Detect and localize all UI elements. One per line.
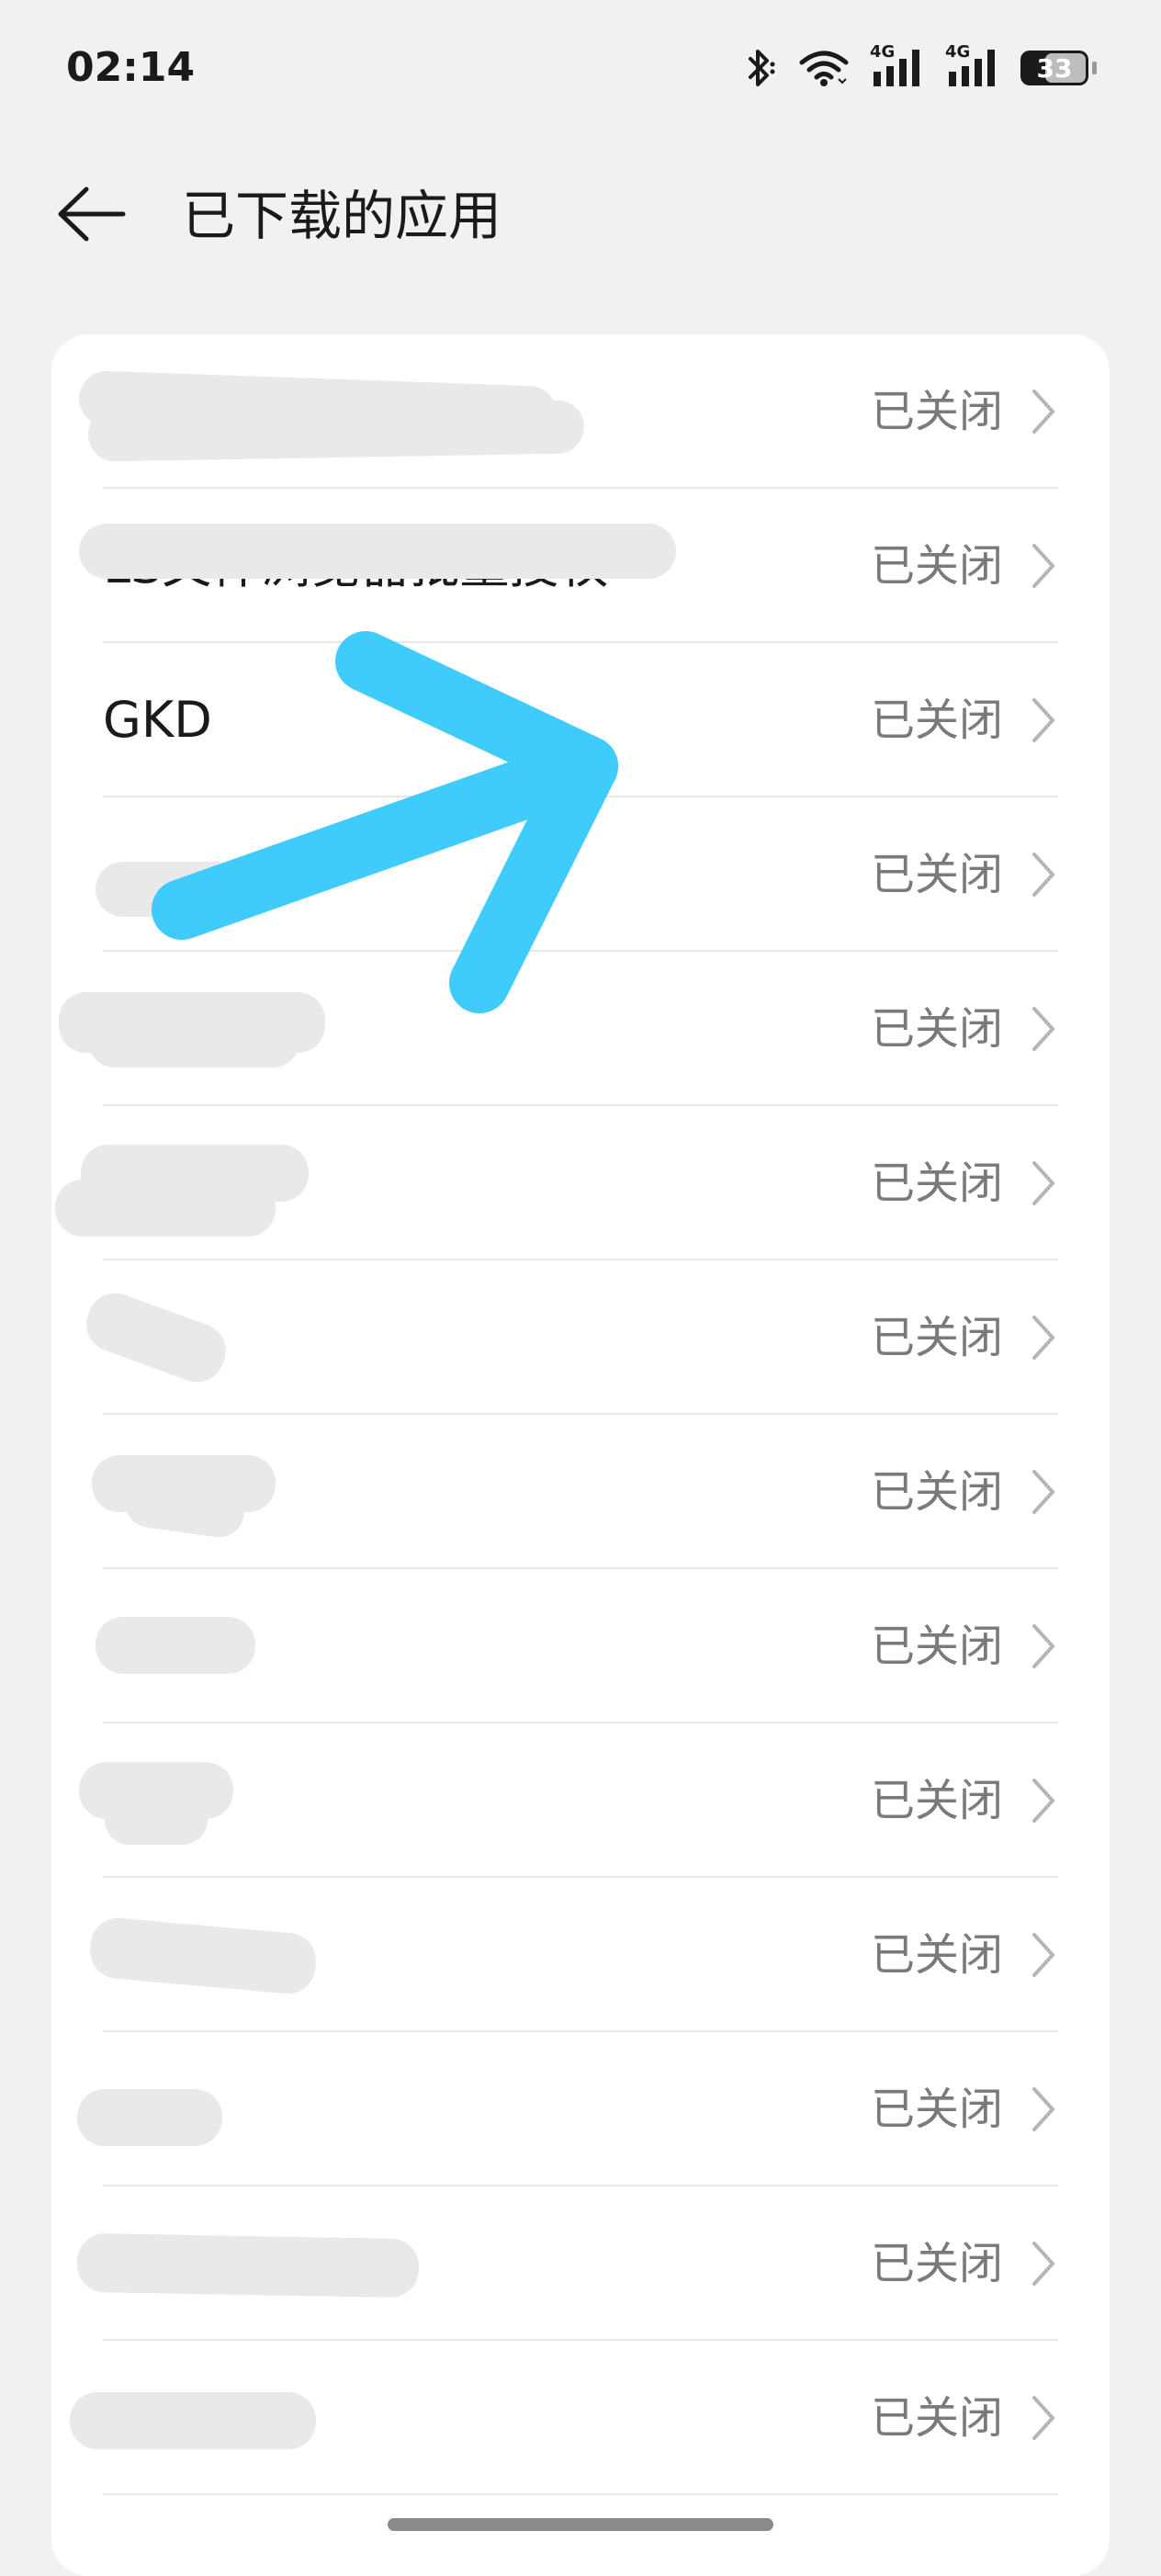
app-name: GKD bbox=[103, 691, 212, 749]
bluetooth-icon bbox=[741, 48, 778, 88]
app-status: 已关闭 bbox=[870, 1466, 1003, 1518]
divider bbox=[103, 2493, 1058, 2495]
app-status: 已关闭 bbox=[870, 2392, 1003, 2444]
back-arrow-icon bbox=[55, 182, 129, 250]
chevron-right-icon bbox=[1032, 698, 1054, 742]
redaction-blur bbox=[96, 862, 242, 917]
chevron-right-icon bbox=[1032, 1470, 1054, 1514]
cellular-signal-icon-2: 4G bbox=[945, 42, 1000, 90]
app-status: 已关闭 bbox=[870, 2084, 1003, 2135]
chevron-right-icon bbox=[1032, 1316, 1054, 1360]
list-item-app-gkd[interactable]: GKD 已关闭 bbox=[51, 643, 1110, 797]
chevron-right-icon bbox=[1032, 390, 1054, 434]
app-status: 已关闭 bbox=[870, 1621, 1003, 1672]
chevron-right-icon bbox=[1032, 1779, 1054, 1823]
wifi-icon bbox=[798, 48, 850, 88]
home-indicator[interactable] bbox=[388, 2518, 773, 2531]
chevron-right-icon bbox=[1032, 1007, 1054, 1051]
app-status: 已关闭 bbox=[870, 1929, 1003, 1981]
redaction-blur bbox=[79, 524, 676, 579]
cellular-signal-icon: 4G bbox=[870, 42, 925, 90]
app-status: 已关闭 bbox=[870, 1312, 1003, 1363]
app-status: 已关闭 bbox=[870, 695, 1003, 746]
app-list: 已关闭 LS文件浏览器批量授权 已关闭 GKD 已关闭 已关闭 已关闭 已关闭 … bbox=[51, 334, 1110, 2576]
app-status: 已关闭 bbox=[870, 849, 1003, 900]
status-bar: 02:14 4G 4G 33 bbox=[0, 0, 1161, 138]
chevron-right-icon bbox=[1032, 2396, 1054, 2440]
app-status: 已关闭 bbox=[870, 1003, 1003, 1055]
redaction-blur bbox=[105, 1795, 208, 1845]
chevron-right-icon bbox=[1032, 1933, 1054, 1977]
redaction-blur bbox=[87, 400, 585, 462]
app-status: 已关闭 bbox=[870, 2238, 1003, 2289]
back-button[interactable] bbox=[46, 176, 138, 255]
chevron-right-icon bbox=[1032, 2242, 1054, 2286]
page-title: 已下载的应用 bbox=[182, 185, 502, 247]
battery-icon: 33 bbox=[1020, 51, 1088, 85]
chevron-right-icon bbox=[1032, 2087, 1054, 2131]
app-status: 已关闭 bbox=[870, 386, 1003, 437]
redaction-blur bbox=[96, 1617, 255, 1674]
redaction-blur bbox=[55, 1180, 276, 1237]
chevron-right-icon bbox=[1032, 1161, 1054, 1205]
redaction-blur bbox=[77, 2089, 222, 2146]
chevron-right-icon bbox=[1032, 544, 1054, 588]
page-header: 已下载的应用 bbox=[0, 156, 1161, 276]
battery-level: 33 bbox=[1036, 52, 1073, 84]
app-status: 已关闭 bbox=[870, 1775, 1003, 1826]
redaction-blur bbox=[76, 2232, 420, 2299]
app-status: 已关闭 bbox=[870, 540, 1003, 592]
redaction-blur bbox=[70, 2392, 316, 2449]
status-time: 02:14 bbox=[66, 44, 196, 91]
chevron-right-icon bbox=[1032, 1624, 1054, 1668]
redaction-blur bbox=[88, 1014, 299, 1068]
app-status: 已关闭 bbox=[870, 1158, 1003, 1209]
chevron-right-icon bbox=[1032, 853, 1054, 897]
status-icons: 4G 4G 33 bbox=[741, 42, 1097, 90]
